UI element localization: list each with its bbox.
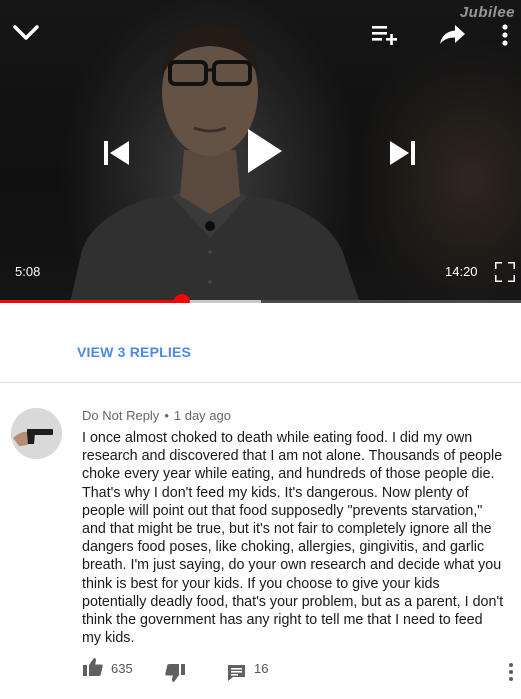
pistol-avatar-icon	[11, 408, 62, 459]
thumbs-down-icon[interactable]	[165, 664, 185, 682]
comment-more-icon[interactable]	[507, 662, 515, 682]
comment-meta: Do Not Reply • 1 day ago	[82, 408, 231, 423]
like-count: 635	[111, 661, 133, 676]
view-replies-button[interactable]: VIEW 3 REPLIES	[77, 344, 191, 360]
more-vert-icon[interactable]	[500, 24, 510, 46]
total-time: 14:20	[445, 264, 478, 279]
skip-previous-icon[interactable]	[104, 141, 130, 165]
skip-next-icon[interactable]	[390, 141, 416, 165]
progress-bar[interactable]	[0, 300, 521, 303]
comment-author[interactable]: Do Not Reply	[82, 408, 159, 423]
avatar[interactable]	[11, 408, 62, 459]
meta-separator: •	[164, 408, 169, 423]
current-time: 5:08	[15, 264, 41, 279]
thumbs-up-icon[interactable]	[83, 658, 103, 676]
add-to-playlist-icon[interactable]	[372, 25, 398, 45]
comment-time: 1 day ago	[173, 408, 231, 423]
video-player[interactable]: Jubilee 5:08 14:20	[0, 0, 521, 303]
progress-played	[0, 300, 183, 303]
fullscreen-icon[interactable]	[495, 262, 515, 282]
comment-reply-icon[interactable]	[227, 664, 246, 682]
divider	[0, 382, 521, 383]
play-icon[interactable]	[246, 129, 282, 173]
channel-watermark: Jubilee	[459, 4, 515, 21]
chevron-down-icon[interactable]	[13, 24, 39, 42]
reply-count: 16	[254, 661, 269, 676]
comment-text: I once almost choked to death while eati…	[82, 430, 504, 647]
share-icon[interactable]	[440, 25, 466, 45]
